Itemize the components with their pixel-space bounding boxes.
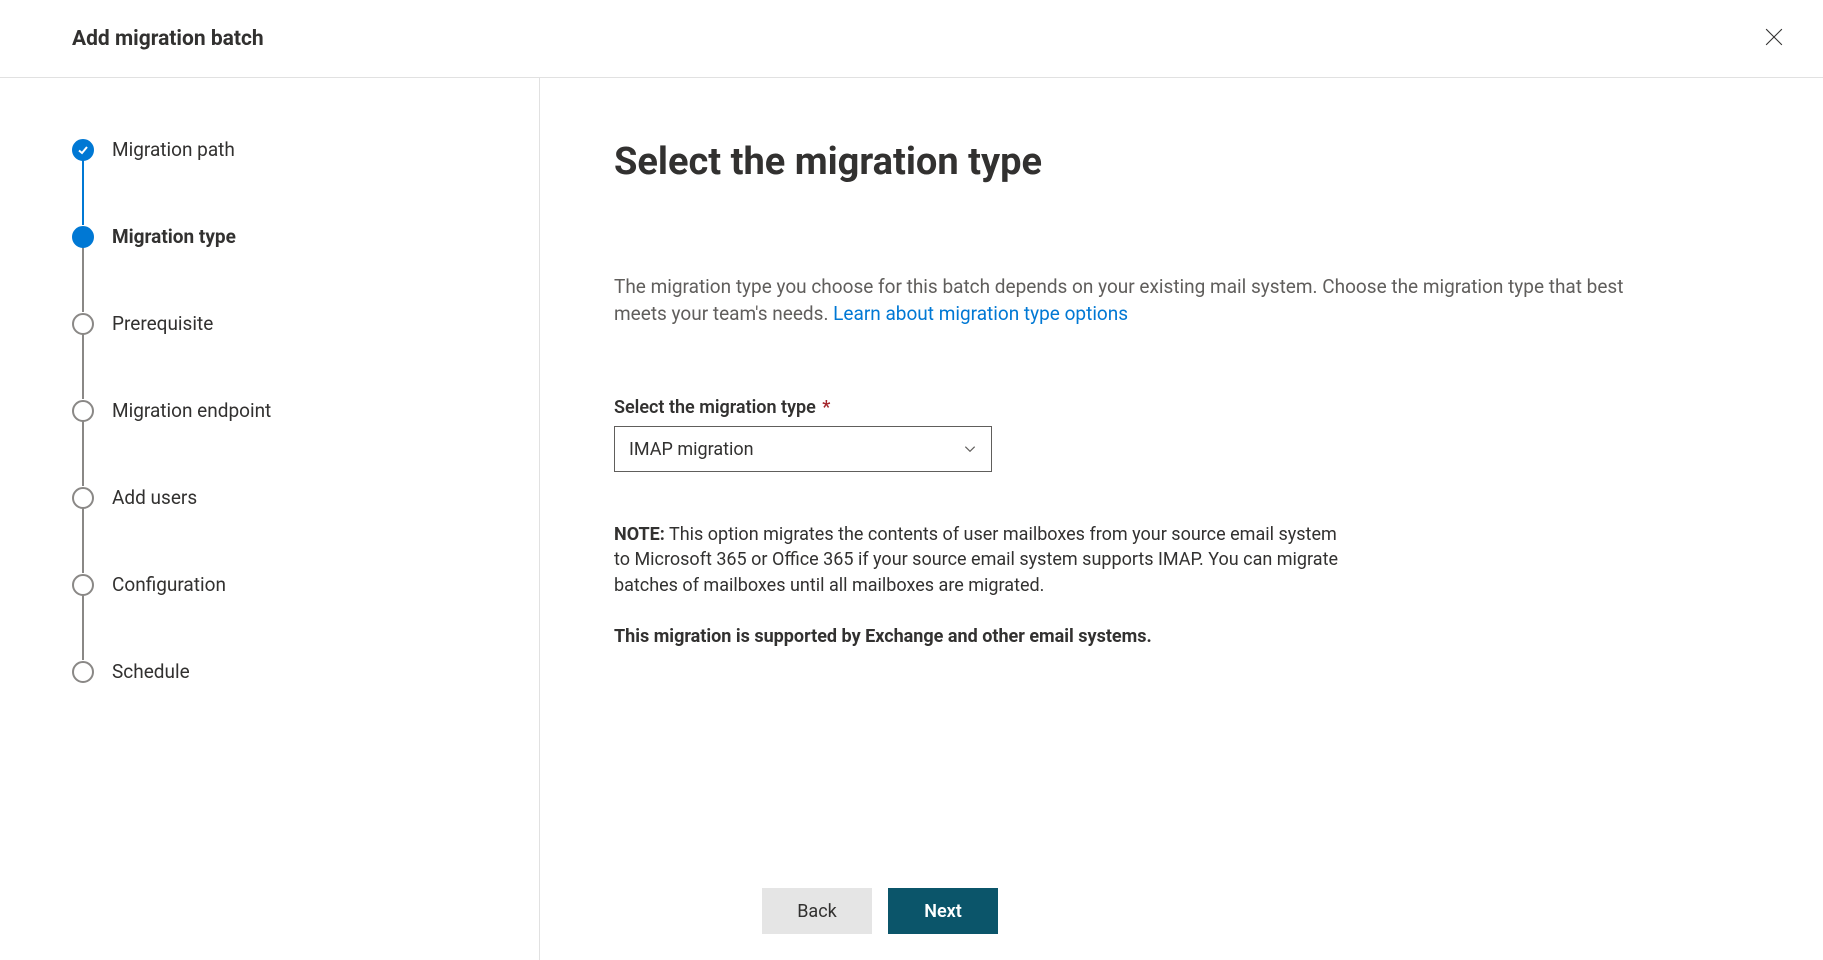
step-label: Prerequisite — [112, 312, 213, 335]
next-button[interactable]: Next — [888, 888, 998, 934]
step-connector — [82, 160, 84, 225]
wizard-header: Add migration batch — [0, 0, 1823, 78]
step-label: Schedule — [112, 660, 190, 683]
step-connector — [82, 247, 84, 312]
step-migration-type[interactable]: Migration type — [72, 225, 499, 312]
learn-more-link[interactable]: Learn about migration type options — [833, 302, 1128, 325]
note-block: NOTE: This option migrates the contents … — [614, 522, 1354, 649]
required-indicator: * — [818, 397, 831, 418]
field-label-text: Select the migration type — [614, 397, 816, 418]
note-label: NOTE: — [614, 524, 665, 545]
step-label: Migration path — [112, 138, 235, 161]
note-body: This option migrates the contents of use… — [614, 524, 1338, 595]
step-label: Add users — [112, 486, 197, 509]
step-label: Migration endpoint — [112, 399, 271, 422]
step-connector — [82, 334, 84, 399]
back-button[interactable]: Back — [762, 888, 872, 934]
step-prerequisite[interactable]: Prerequisite — [72, 312, 499, 399]
step-label: Configuration — [112, 573, 226, 596]
wizard-steps-sidebar: Migration path Migration type Prerequisi… — [0, 78, 540, 960]
step-connector — [82, 508, 84, 573]
step-migration-endpoint[interactable]: Migration endpoint — [72, 399, 499, 486]
step-label: Migration type — [112, 225, 236, 248]
footer-actions: Back Next — [540, 868, 1823, 960]
upcoming-step-icon — [72, 574, 94, 596]
dropdown-selected-value: IMAP migration — [629, 439, 754, 460]
chevron-down-icon — [963, 442, 977, 456]
current-step-icon — [72, 226, 94, 248]
supported-text: This migration is supported by Exchange … — [614, 624, 1354, 649]
wizard-body: Migration path Migration type Prerequisi… — [0, 78, 1823, 960]
upcoming-step-icon — [72, 313, 94, 335]
intro-text: The migration type you choose for this b… — [614, 274, 1664, 327]
upcoming-step-icon — [72, 661, 94, 683]
main-content: Select the migration type The migration … — [540, 78, 1823, 868]
step-schedule[interactable]: Schedule — [72, 660, 499, 683]
check-icon — [72, 139, 94, 161]
step-add-users[interactable]: Add users — [72, 486, 499, 573]
migration-type-dropdown[interactable]: IMAP migration — [614, 426, 992, 472]
step-connector — [82, 595, 84, 660]
step-connector — [82, 421, 84, 486]
page-title: Select the migration type — [614, 140, 1743, 184]
upcoming-step-icon — [72, 487, 94, 509]
upcoming-step-icon — [72, 400, 94, 422]
close-icon — [1765, 28, 1783, 46]
step-migration-path[interactable]: Migration path — [72, 138, 499, 225]
step-configuration[interactable]: Configuration — [72, 573, 499, 660]
migration-type-label: Select the migration type * — [614, 397, 1743, 418]
main-area: Select the migration type The migration … — [540, 78, 1823, 960]
header-title: Add migration batch — [72, 27, 264, 51]
close-button[interactable] — [1757, 20, 1791, 57]
step-list: Migration path Migration type Prerequisi… — [72, 138, 499, 683]
